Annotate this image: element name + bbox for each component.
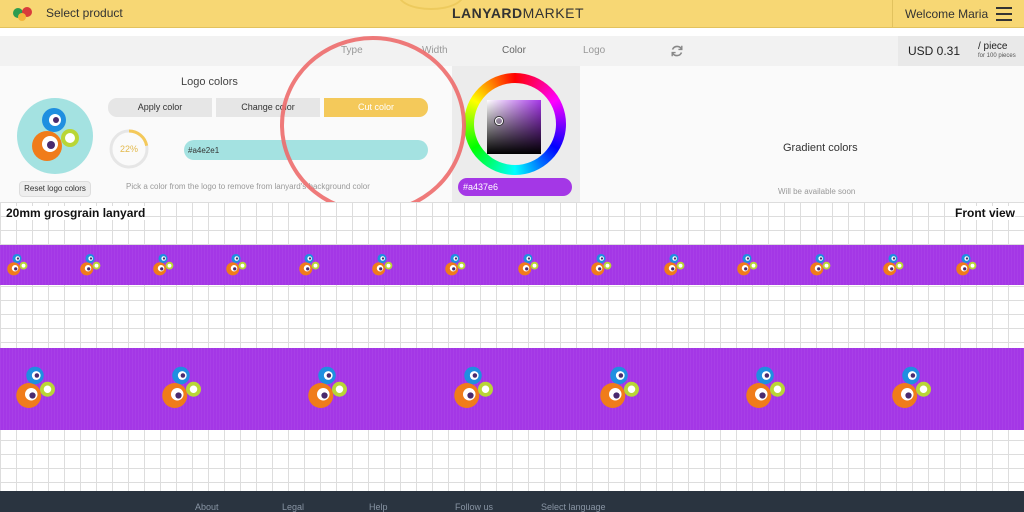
apply-color-button[interactable]: Apply color [108, 98, 212, 117]
tab-type[interactable]: Type [341, 45, 363, 56]
lanyard-title: 20mm grosgrain lanyard [6, 206, 146, 220]
header-divider [892, 0, 893, 28]
strap-logo-icon [77, 252, 103, 283]
cut-color-hint: Pick a color from the logo to remove fro… [126, 182, 370, 191]
strap-logo-icon [594, 363, 644, 418]
price-box: USD 0.31 / piece for 100 pieces [898, 36, 1024, 66]
strap-logo-icon [588, 252, 614, 283]
footer-link-select-language[interactable]: Select language [541, 502, 606, 512]
strap-logo-icon [740, 363, 790, 418]
color-picker-handle[interactable] [495, 117, 503, 125]
strap-logo-icon [807, 252, 833, 283]
logo-preview[interactable] [17, 98, 93, 174]
strap-logo-icon [150, 252, 176, 283]
brand-bold: LANYARD [452, 5, 523, 21]
lanyard-strap-large [0, 348, 1024, 430]
strap-logo-icon [515, 252, 541, 283]
top-header: Select product LANYARDMARKET Welcome Mar… [0, 0, 1024, 28]
gradient-availability-note: Will be available soon [778, 187, 856, 196]
strap-logo-icon [369, 252, 395, 283]
hamburger-menu-icon[interactable] [996, 7, 1012, 21]
cut-color-button[interactable]: Cut color [324, 98, 428, 117]
footer-link-legal[interactable]: Legal [282, 502, 304, 512]
saturation-value-square[interactable] [487, 100, 541, 154]
lanyard-strap-small [0, 245, 1024, 285]
strap-logo-icon [661, 252, 687, 283]
strap-logo-icon [886, 363, 936, 418]
footer-link-about[interactable]: About [195, 502, 219, 512]
change-color-button[interactable]: Change color [216, 98, 320, 117]
brand-logo[interactable]: LANYARDMARKET [452, 5, 584, 21]
front-view-label: Front view [955, 206, 1016, 220]
strap-logo-icon [4, 252, 30, 283]
price-amount: USD 0.31 [908, 44, 961, 58]
tab-logo[interactable]: Logo [583, 45, 605, 56]
strap-logo-icon [448, 363, 498, 418]
strap-logo-icon [953, 252, 979, 283]
tab-width[interactable]: Width [422, 45, 448, 56]
select-product-link[interactable]: Select product [46, 6, 123, 20]
price-unit: / piece [978, 41, 1008, 52]
strap-logo-icon [296, 252, 322, 283]
strap-logo-icon [442, 252, 468, 283]
step-tabs: Type Width Color Logo [0, 36, 1024, 66]
brand-light: MARKET [522, 5, 584, 21]
strap-logo-icon [734, 252, 760, 283]
progress-percent: 22% [119, 144, 138, 154]
price-quantity-note: for 100 pieces [978, 53, 1016, 59]
strap-logo-icon [10, 363, 60, 418]
strap-logo-icon [223, 252, 249, 283]
app-logo-icon[interactable] [12, 5, 34, 23]
strap-logo-icon [302, 363, 352, 418]
footer-link-help[interactable]: Help [369, 502, 388, 512]
logo-colors-title: Logo colors [181, 76, 238, 88]
strap-logo-icon [880, 252, 906, 283]
strap-logo-icon [156, 363, 206, 418]
tab-color[interactable]: Color [502, 45, 526, 56]
footer: About Legal Help Follow us Select langua… [0, 491, 1024, 512]
gradient-colors-title: Gradient colors [783, 142, 858, 154]
logo-color-hex-input[interactable] [184, 140, 428, 160]
picked-color-hex-input[interactable] [458, 178, 572, 196]
reset-logo-colors-button[interactable]: Reset logo colors [19, 181, 91, 197]
welcome-user[interactable]: Welcome Maria [905, 7, 988, 21]
footer-link-follow-us[interactable]: Follow us [455, 502, 493, 512]
refresh-icon[interactable] [670, 44, 684, 58]
logo-preview-icon [32, 108, 79, 161]
